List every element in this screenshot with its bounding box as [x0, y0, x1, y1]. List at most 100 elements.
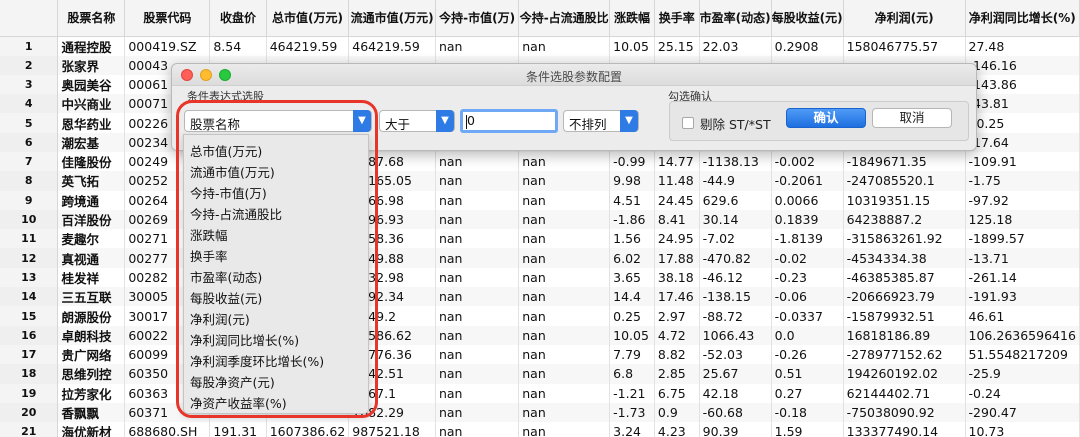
row-index: 5 [0, 113, 59, 133]
table-row[interactable]: 14 三五互联 30005 0692.34 nan nan 14.4 17.46 -138.15… [0, 287, 1080, 307]
table-cell: 7.79 [609, 344, 655, 365]
table-cell: nan [435, 190, 520, 210]
table-cell: nan [518, 36, 611, 56]
table-row[interactable]: 17 贵广网络 60099 23776.36 nan nan 7.79 8.82 -52.03-… [0, 344, 1080, 365]
table-cell: 1066.43 [699, 325, 772, 345]
table-cell: 佳隆股份 [57, 151, 126, 172]
chevron-down-icon: ▼ [436, 110, 454, 132]
table-cell: 3.24 [609, 422, 655, 437]
table-cell: 194260192.02 [843, 364, 966, 384]
table-cell: 拉芳家化 [57, 383, 126, 403]
dialog-titlebar[interactable]: 条件选股参数配置 [172, 64, 976, 86]
table-row[interactable]: 20 香飘飘 60371 7082.29 nan nan -1.73 0.9 -60.68 -0.… [0, 402, 1080, 423]
value-input[interactable]: 0 [460, 109, 558, 133]
table-row[interactable]: 21 海优新材 688680.SH 191.31 1607386.62 987521.18… [0, 422, 1080, 437]
table-cell: 2.97 [654, 306, 700, 326]
table-cell: nan [435, 36, 520, 56]
table-cell: -60.68 [699, 402, 772, 423]
table-cell: -138.15 [699, 287, 772, 307]
table-row[interactable]: 11 麦趣尔 00271 9458.36 nan nan 1.56 24.95 -7.02 -1.… [0, 229, 1080, 249]
confirm-button[interactable]: 确认 [786, 108, 866, 128]
table-row[interactable]: 13 桂发祥 00282 5232.98 nan nan 3.65 38.18 -46.12 -0… [0, 267, 1080, 288]
table-cell: 奥园美谷 [57, 74, 126, 95]
exclude-st-checkbox[interactable] [682, 117, 694, 129]
table-cell: -0.002 [771, 151, 844, 172]
column-header[interactable]: 换手率 [654, 0, 700, 37]
table-cell: 三五互联 [57, 287, 126, 307]
table-cell: nan [518, 383, 611, 403]
table-cell: -1.21 [609, 383, 655, 403]
table-cell: 6.8 [609, 364, 655, 384]
table-row[interactable]: 16 卓朗科技 60022 89586.62 nan nan 10.05 4.72 1066.4… [0, 325, 1080, 345]
column-header[interactable]: 流通市值(万元) [348, 0, 436, 37]
row-index: 21 [0, 422, 59, 437]
column-header[interactable]: 每股收益(元) [771, 0, 844, 37]
table-cell: -7.02 [699, 229, 772, 249]
column-header[interactable]: 今持-市值(万) [435, 0, 520, 37]
table-cell: 987521.18 [348, 422, 436, 437]
table-cell: 跨境通 [57, 190, 126, 210]
table-cell: nan [435, 383, 520, 403]
table-cell: nan [518, 364, 611, 384]
column-header[interactable]: 今持-占流通股比 [518, 0, 611, 37]
row-index: 2 [0, 55, 59, 75]
column-header[interactable]: 总市值(万元) [266, 0, 350, 37]
table-cell: 000419.SZ [124, 36, 211, 56]
table-cell: 158046775.57 [843, 36, 966, 56]
table-cell: -46.12 [699, 267, 772, 288]
operator-select[interactable]: 大于 ▼ [379, 110, 455, 132]
table-cell: nan [435, 287, 520, 307]
table-cell: 14.4 [609, 287, 655, 307]
table-cell: -470.82 [699, 248, 772, 268]
table-cell: 贵广网络 [57, 344, 126, 365]
table-cell: -43.81 [965, 94, 1080, 114]
table-row[interactable]: 7 佳隆股份 00249 0687.68 nan nan -0.99 14.77 -1138.1… [0, 151, 1080, 172]
table-cell: -0.99 [609, 151, 655, 172]
column-header[interactable]: 净利润(元) [843, 0, 966, 37]
table-row[interactable]: 9 跨境通 00264 1266.98 nan nan 4.51 24.45 629.6 0.00… [0, 190, 1080, 210]
table-row[interactable]: 15 朗源股份 30017 7849.2 nan nan 0.25 2.97 -88.72 -0.… [0, 306, 1080, 326]
column-header[interactable]: 净利润同比增长(%) [965, 0, 1080, 37]
column-header[interactable]: 收盘价 [209, 0, 267, 37]
table-cell: 10.05 [609, 36, 655, 56]
table-cell: 4.23 [654, 422, 700, 437]
table-cell: 0.0 [771, 325, 844, 345]
table-cell: 24.95 [654, 229, 700, 249]
cancel-button[interactable]: 取消 [872, 108, 952, 128]
table-row[interactable]: 18 思维列控 60350 4942.51 nan nan 6.8 2.85 25.67 0.51… [0, 364, 1080, 384]
table-row[interactable]: 1 通程控股 000419.SZ 8.54 464219.59 464219.59 nan n… [0, 36, 1080, 56]
column-header[interactable]: 市盈率(动态) [699, 0, 772, 37]
table-cell: -1.86 [609, 209, 655, 230]
column-header[interactable]: 涨跌幅 [609, 0, 655, 37]
app-window: 股票名称 股票代码 收盘价 总市值(万元) 流通市值(万元) 今持-市值(万) 今持-占流通… [0, 0, 1080, 437]
table-cell: -143.86 [965, 74, 1080, 95]
row-index: 18 [0, 364, 59, 384]
table-cell: -0.18 [771, 402, 844, 423]
table-cell: 22.03 [699, 36, 772, 56]
row-index: 4 [0, 94, 59, 114]
table-cell: -1.8139 [771, 229, 844, 249]
table-cell: 10.73 [965, 422, 1080, 437]
table-cell: nan [518, 344, 611, 365]
table-cell: 125.18 [965, 209, 1080, 230]
sort-select[interactable]: 不排列 ▼ [563, 110, 639, 132]
table-cell: -97.92 [965, 190, 1080, 210]
table-cell: 香飘飘 [57, 402, 126, 423]
table-cell: -20666923.79 [843, 287, 966, 307]
table-cell: nan [435, 209, 520, 230]
table-cell: 6.75 [654, 383, 700, 403]
column-header[interactable]: 股票名称 [57, 0, 126, 37]
table-cell: nan [518, 267, 611, 288]
table-row[interactable]: 8 英飞拓 00252 79165.05 nan nan 9.98 11.48 -44.9 -0.… [0, 171, 1080, 191]
table-cell: nan [435, 325, 520, 345]
table-cell: -1899.57 [965, 229, 1080, 249]
table-cell: 629.6 [699, 190, 772, 210]
table-row[interactable]: 10 百洋股份 00269 8196.93 nan nan -1.86 8.41 30.14 0.… [0, 209, 1080, 230]
table-cell: 38.18 [654, 267, 700, 288]
exclude-st-label: 剔除 ST/*ST [700, 117, 771, 132]
table-cell: 9.98 [609, 171, 655, 191]
table-row[interactable]: 19 拉芳家化 60363 9067.1 nan nan -1.21 6.75 42.18 0.2… [0, 383, 1080, 403]
header-corner[interactable] [0, 0, 59, 37]
column-header[interactable]: 股票代码 [124, 0, 211, 37]
table-row[interactable]: 12 真视通 00277 4649.88 nan nan 6.02 17.88 -470.82-… [0, 248, 1080, 268]
